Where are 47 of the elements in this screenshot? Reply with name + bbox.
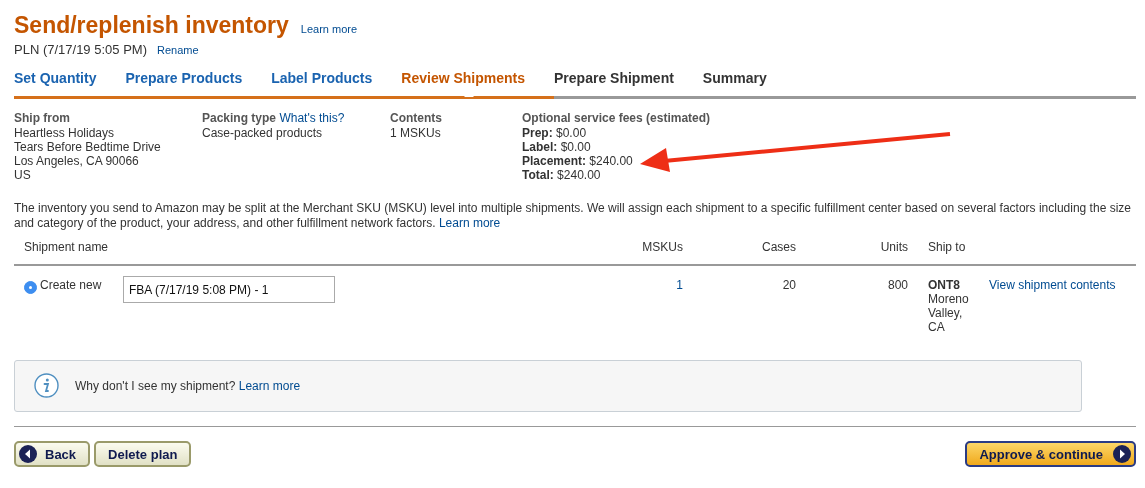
radio-button[interactable] — [24, 280, 37, 294]
table-cell-text: 800 — [886, 277, 908, 292]
step-tab[interactable]: Label Products — [271, 70, 402, 99]
column-header: Ship to — [927, 240, 967, 254]
info-message: Why don't I see my shipment? Learn more — [75, 378, 301, 393]
fee-line: Prep: $0.00 — [522, 126, 587, 140]
step-tab[interactable]: Prepare Shipment — [554, 70, 703, 99]
step-tab[interactable]: Set Quantity — [14, 70, 126, 99]
learn-more-link[interactable]: Learn more — [438, 216, 501, 230]
create-new-option[interactable]: Create new — [24, 276, 115, 292]
approve-continue-button[interactable]: Approve & continue — [965, 441, 1136, 467]
fees-heading: Optional service fees (estimated) — [522, 111, 711, 125]
page-title: Send/replenish inventory — [14, 12, 289, 39]
back-button[interactable]: Back — [14, 441, 91, 467]
contents-heading: Contents — [390, 111, 442, 125]
contents-value: 1 MSKUs — [390, 126, 441, 140]
rename-link[interactable]: Rename — [156, 44, 199, 56]
whats-this-link[interactable]: What's this? — [279, 111, 345, 125]
address-line: Heartless Holidays — [14, 126, 115, 140]
address-line: Los Angeles, CA 90066 — [14, 154, 139, 168]
fee-line: Total: $240.00 — [522, 168, 601, 182]
fulfillment-center-code: ONT8 — [928, 278, 961, 292]
fee-line: Placement: $240.00 — [522, 154, 633, 168]
address-line: US — [14, 168, 31, 182]
shipment-name-field[interactable]: FBA (7/17/19 5:08 PM) - 1 — [123, 276, 335, 303]
column-header: Units — [879, 240, 908, 254]
view-contents-link[interactable]: View shipment contents — [989, 278, 1116, 292]
column-header: MSKUs — [641, 240, 683, 254]
table-cell-text: 20 — [781, 277, 796, 292]
learn-more-link[interactable]: Learn more — [300, 23, 358, 35]
packing-type-heading: Packing type — [202, 111, 277, 125]
delete-plan-button[interactable]: Delete plan — [94, 441, 192, 467]
fee-line: Label: $0.00 — [522, 140, 591, 154]
step-tab[interactable]: Summary — [702, 70, 1136, 99]
column-header: Shipment name — [24, 240, 110, 254]
info-icon — [34, 373, 59, 398]
step-tab[interactable]: Review Shipments — [401, 70, 555, 99]
ship-from-heading: Ship from — [14, 111, 70, 125]
step-tab[interactable]: Prepare Products — [125, 70, 272, 99]
mskus-link[interactable]: 1 — [676, 278, 683, 292]
learn-more-link[interactable]: Learn more — [238, 378, 301, 393]
fulfillment-center-city: Moreno Valley, CA — [928, 292, 970, 334]
plan-name: PLN (7/17/19 5:05 PM) — [14, 42, 147, 57]
split-notice: The inventory you send to Amazon may be split at the Merchant SKU (MSKU) level into multiple shipments. We will assign each shipment to a specific fulfillment center based on several factors including the size and category of the product, your address, and other fulfillment network factors. Learn more — [14, 201, 1132, 231]
packing-type-value: Case-packed products — [202, 126, 323, 140]
column-header: Cases — [761, 240, 796, 254]
address-line: Tears Before Bedtime Drive — [14, 140, 161, 154]
